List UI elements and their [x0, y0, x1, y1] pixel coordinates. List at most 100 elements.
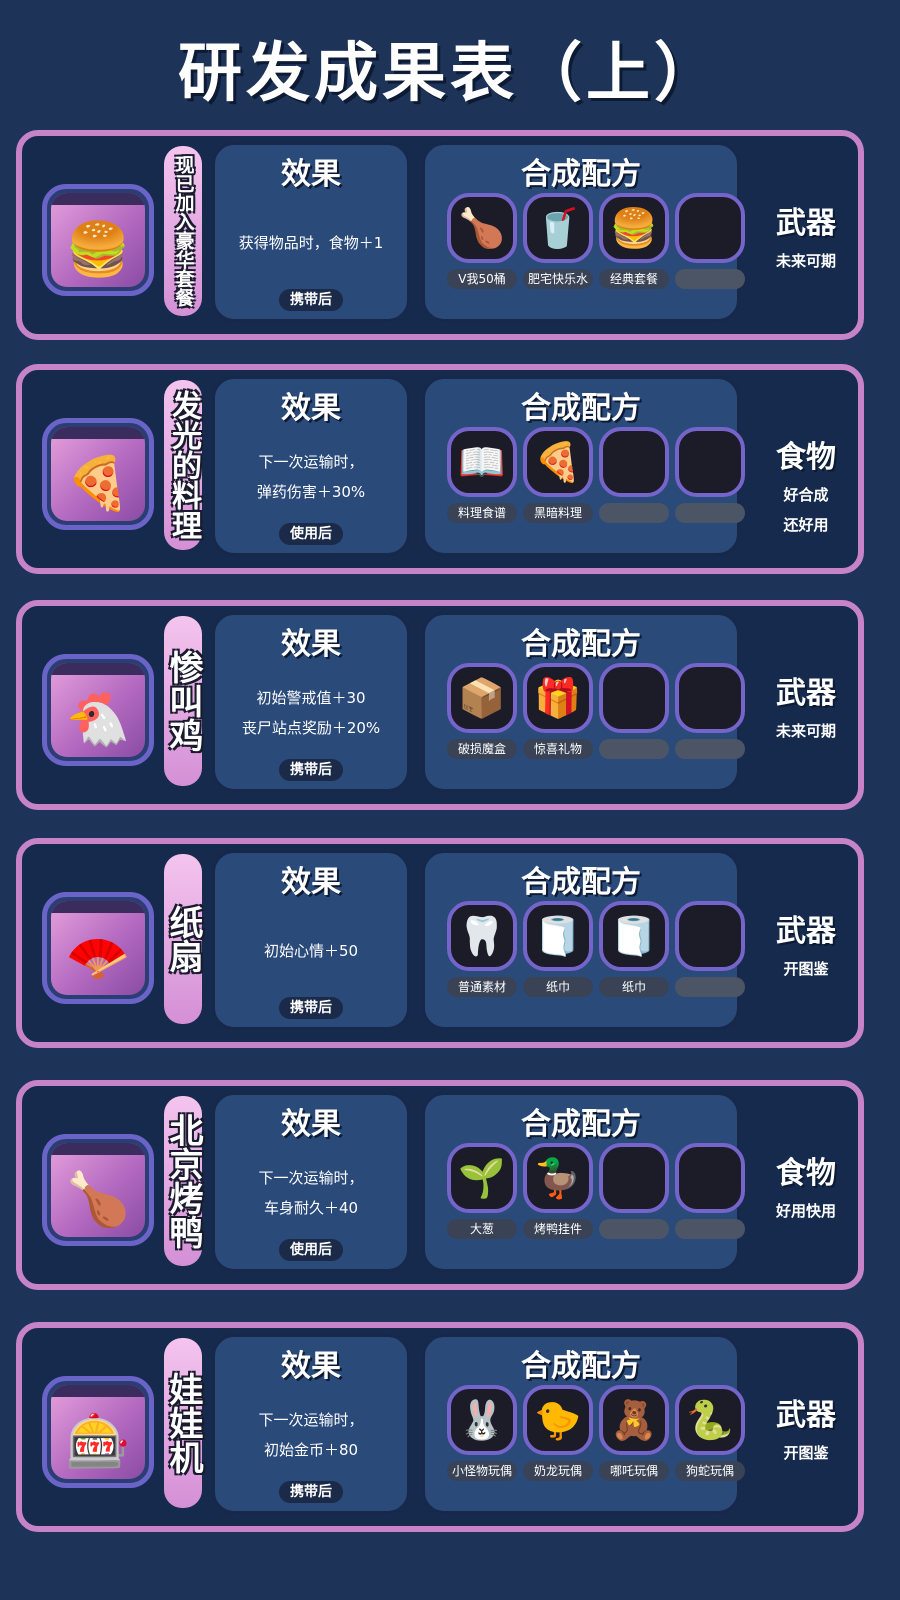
item-name-strip: 现已加入豪华套餐 — [164, 146, 202, 316]
recipe-slot[interactable]: 🌱 — [447, 1143, 517, 1213]
recipe-slot[interactable]: 📦 — [447, 663, 517, 733]
recipe-slot-label: 烤鸭挂件 — [523, 1219, 593, 1239]
recipe-slot[interactable]: 🧻 — [523, 901, 593, 971]
empty-recipe-slot[interactable] — [599, 663, 669, 733]
effect-panel: 效果 初始警戒值＋30 丧尸站点奖励＋20% 携带后 — [212, 612, 410, 792]
effect-line: 下一次运输时， — [258, 1411, 364, 1429]
item-name: 发光的料理 — [166, 390, 201, 540]
item-remark: 未来可期 — [775, 252, 836, 270]
effect-header: 效果 — [281, 1349, 341, 1384]
recipe-slot[interactable]: 🍗 — [447, 193, 517, 263]
research-card: 🪭 纸扇 效果 初始心情＋50 携带后 合成配方 🦷 普通素材 🧻 纸巾 🧻 纸巾 武器 开图鉴 — [16, 838, 864, 1048]
nezha-doll-icon: 🧸 — [610, 1398, 658, 1442]
effect-description: 初始警戒值＋30 丧尸站点奖励＋20% — [219, 673, 403, 753]
item-frame[interactable]: 🐔 — [42, 654, 154, 766]
item-frame[interactable]: 🍕 — [42, 418, 154, 530]
item-picture: 🍗 — [51, 1143, 145, 1237]
research-card: 🐔 惨叫鸡 效果 初始警戒值＋30 丧尸站点奖励＋20% 携带后 合成配方 📦 破损魔盒 🎁 惊喜礼… — [16, 600, 864, 810]
empty-recipe-slot[interactable] — [675, 901, 745, 971]
item-picture: 🐔 — [51, 663, 145, 757]
recipe-slot-label — [599, 503, 669, 523]
recipe-slot[interactable]: 🐰 — [447, 1385, 517, 1455]
item-remark: 好用快用 — [775, 1202, 836, 1220]
recipe-slot-label: 破损魔盒 — [447, 739, 517, 759]
effect-line: 弹药伤害＋30% — [256, 483, 366, 501]
item-picture: 🪭 — [51, 901, 145, 995]
recipe-slot[interactable]: 🥤 — [523, 193, 593, 263]
item-name: 娃娃机 — [163, 1372, 203, 1474]
effect-line: 初始金币＋80 — [263, 1441, 359, 1459]
recipe-slot[interactable]: 🦆 — [523, 1143, 593, 1213]
effect-header: 效果 — [281, 391, 341, 426]
effect-line: 下一次运输时， — [258, 1169, 364, 1187]
item-name: 惨叫鸡 — [163, 650, 203, 752]
effect-panel: 效果 下一次运输时， 弹药伤害＋30% 使用后 — [212, 376, 410, 556]
recipe-slot[interactable]: 📖 — [447, 427, 517, 497]
green-onion-icon: 🌱 — [458, 1156, 506, 1200]
tissue-box-icon: 🧻 — [534, 914, 582, 958]
horn-material-icon: 🦷 — [458, 914, 506, 958]
research-card: 🍔 现已加入豪华套餐 效果 获得物品时，食物＋1 携带后 合成配方 🍗 V我50桶 🥤 肥宅快乐水… — [16, 130, 864, 340]
recipe-panel: 合成配方 📖 料理食谱 🍕 黑暗料理 — [422, 376, 745, 556]
page-title: 研发成果表（上） — [178, 37, 722, 111]
item-name-strip: 娃娃机 — [163, 1338, 203, 1508]
recipe-slot[interactable]: 🎁 — [523, 663, 593, 733]
effect-header: 效果 — [281, 627, 341, 662]
recipe-slot-label: 纸巾 — [523, 977, 593, 997]
recipe-slot[interactable]: 🍕 — [523, 427, 593, 497]
recipe-slot-label — [675, 269, 745, 289]
item-category: 武器 — [776, 914, 836, 949]
empty-recipe-slot[interactable] — [675, 193, 745, 263]
recipe-slot[interactable]: 🧻 — [599, 901, 669, 971]
recipe-header: 合成配方 — [521, 1107, 641, 1142]
burger-combo-icon: 🍔 — [65, 220, 131, 280]
research-card: 🎰 娃娃机 效果 下一次运输时， 初始金币＋80 携带后 合成配方 🐰 小怪物玩偶 🐤 奶龙玩偶 🧸 哪… — [16, 1322, 864, 1532]
item-frame[interactable]: 🍗 — [42, 1134, 154, 1246]
empty-recipe-slot[interactable] — [675, 663, 745, 733]
recipe-slot-label: 奶龙玩偶 — [523, 1461, 593, 1481]
glowing-dish-icon: 🍕 — [65, 454, 131, 514]
timing-badge: 携带后 — [279, 289, 343, 311]
recipe-slot[interactable]: 🍔 — [599, 193, 669, 263]
rubber-chicken-icon: 🐔 — [65, 690, 131, 750]
item-picture: 🎰 — [51, 1385, 145, 1479]
recipe-slot-label: 狗蛇玩偶 — [675, 1461, 745, 1481]
effect-line: 初始警戒值＋30 — [256, 689, 366, 707]
tissue-box-icon: 🧻 — [610, 914, 658, 958]
recipe-slot[interactable]: 🧸 — [599, 1385, 669, 1455]
empty-recipe-slot[interactable] — [599, 427, 669, 497]
recipe-slot[interactable]: 🐍 — [675, 1385, 745, 1455]
item-remark: 还好用 — [783, 516, 829, 534]
item-category: 武器 — [776, 1398, 836, 1433]
item-name-strip: 纸扇 — [163, 854, 203, 1024]
recipe-slot[interactable]: 🐤 — [523, 1385, 593, 1455]
claw-machine-icon: 🎰 — [65, 1412, 131, 1472]
recipe-header: 合成配方 — [521, 157, 641, 192]
recipe-slot-label: 肥宅快乐水 — [523, 269, 593, 289]
recipe-slot-label: 料理食谱 — [447, 503, 517, 523]
effect-panel: 效果 初始心情＋50 携带后 — [212, 850, 410, 1030]
item-category: 武器 — [776, 206, 836, 241]
item-remark: 好合成 — [783, 486, 829, 504]
item-frame[interactable]: 🪭 — [42, 892, 154, 1004]
item-remark: 开图鉴 — [783, 960, 829, 978]
paper-fan-icon: 🪭 — [65, 928, 131, 988]
research-card: 🍗 北京烤鸭 效果 下一次运输时， 车身耐久＋40 使用后 合成配方 🌱 大葱 🦆 烤鸭挂件 食物 好用… — [16, 1080, 864, 1290]
effect-line: 下一次运输时， — [258, 453, 364, 471]
dog-snake-doll-icon: 🐍 — [686, 1398, 734, 1442]
item-frame[interactable]: 🍔 — [42, 184, 154, 296]
item-picture: 🍔 — [51, 193, 145, 287]
empty-recipe-slot[interactable] — [599, 1143, 669, 1213]
recipe-slot-label — [675, 739, 745, 759]
item-frame[interactable]: 🎰 — [42, 1376, 154, 1488]
item-remark: 未来可期 — [775, 722, 836, 740]
empty-recipe-slot[interactable] — [675, 427, 745, 497]
burger-combo-icon: 🍔 — [610, 206, 658, 250]
dark-dish-icon: 🍕 — [534, 440, 582, 484]
effect-line: 获得物品时，食物＋1 — [238, 234, 384, 252]
timing-badge: 携带后 — [279, 997, 343, 1019]
item-name: 现已加入豪华套餐 — [172, 155, 195, 307]
recipe-panel: 合成配方 🐰 小怪物玩偶 🐤 奶龙玩偶 🧸 哪吒玩偶 🐍 狗蛇玩偶 — [422, 1334, 745, 1514]
empty-recipe-slot[interactable] — [675, 1143, 745, 1213]
recipe-slot[interactable]: 🦷 — [447, 901, 517, 971]
